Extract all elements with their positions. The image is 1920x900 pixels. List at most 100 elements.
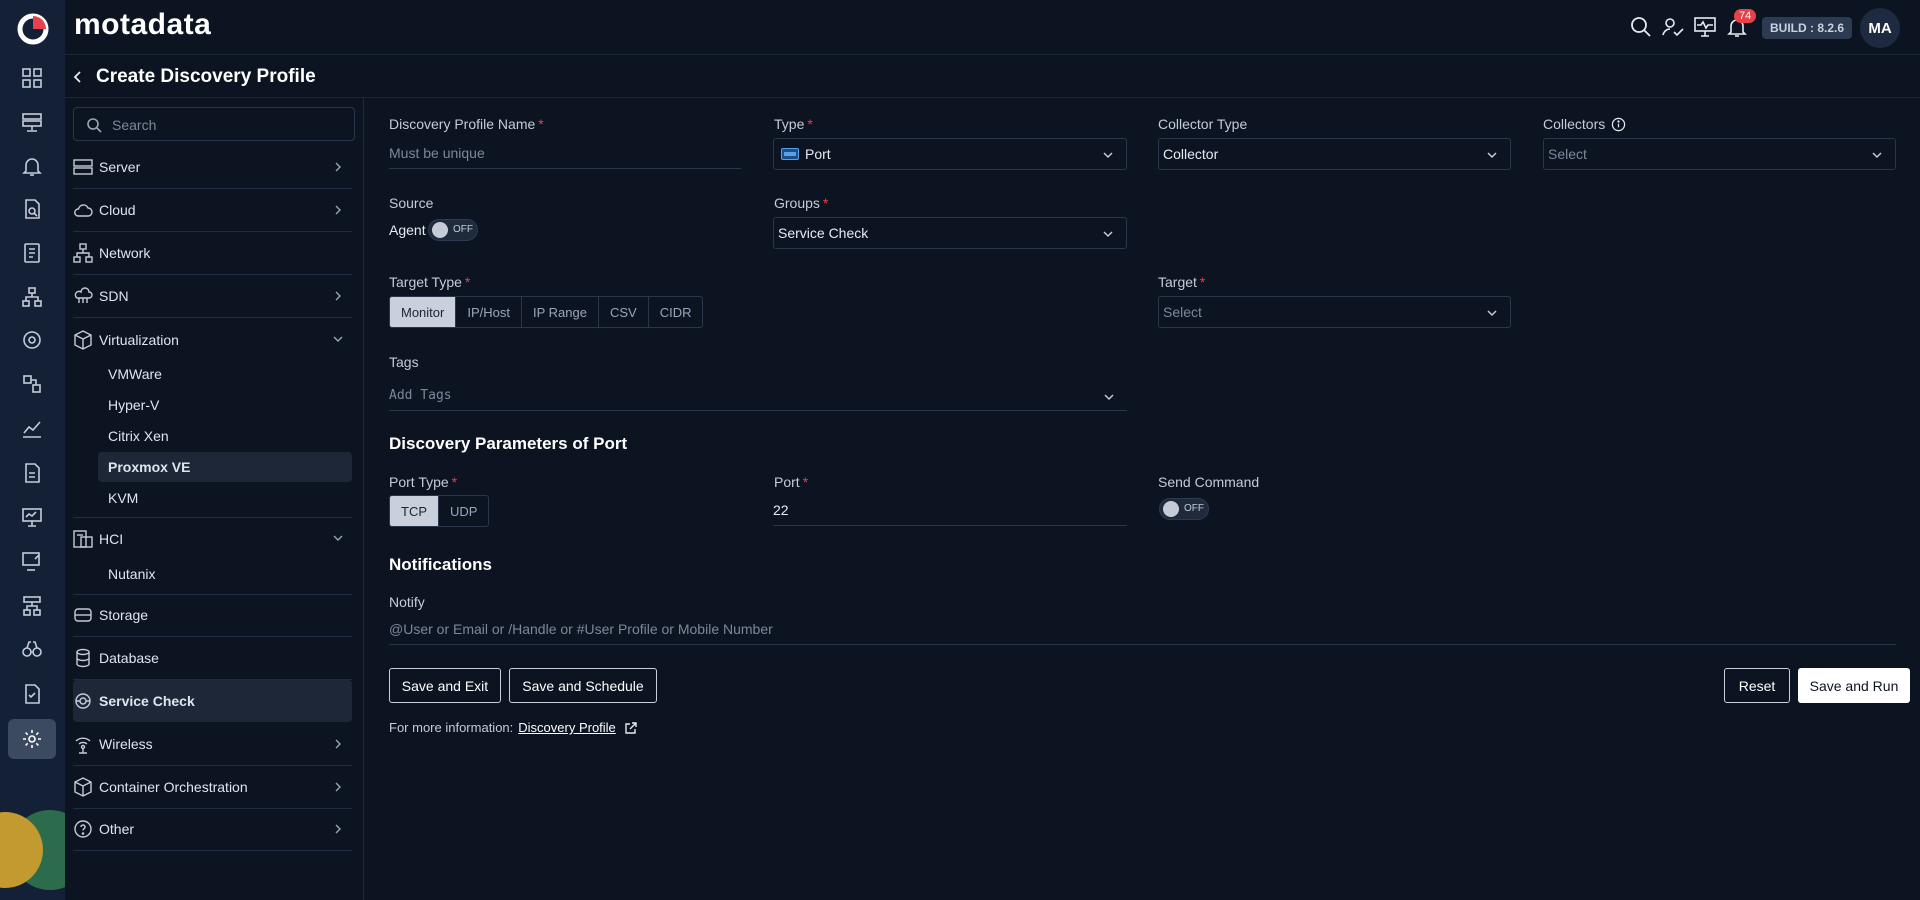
tags-input[interactable] bbox=[389, 381, 1127, 409]
question-circle-icon bbox=[73, 819, 93, 839]
database-icon bbox=[73, 648, 93, 668]
category-database[interactable]: Database bbox=[73, 637, 352, 680]
category-wireless[interactable]: Wireless bbox=[73, 723, 352, 766]
report-search-icon[interactable] bbox=[14, 191, 50, 227]
document-icon[interactable] bbox=[14, 455, 50, 491]
collectors-select[interactable]: Select bbox=[1543, 138, 1896, 170]
dashboard-icon[interactable] bbox=[14, 60, 50, 96]
alert-bell-icon[interactable] bbox=[14, 148, 50, 184]
notify-field[interactable] bbox=[389, 615, 1896, 645]
target-type-ip-range[interactable]: IP Range bbox=[522, 297, 599, 327]
category-server[interactable]: Server bbox=[73, 146, 352, 189]
device-edit-icon[interactable] bbox=[14, 543, 50, 579]
profile-name-label: Discovery Profile Name * bbox=[389, 116, 544, 132]
network-icon bbox=[73, 243, 93, 263]
category-other[interactable]: Other bbox=[73, 808, 352, 851]
category-label: Network bbox=[99, 245, 151, 261]
toggle-knob bbox=[432, 222, 448, 238]
decorative-art-icon bbox=[0, 810, 65, 890]
save-and-run-button[interactable]: Save and Run bbox=[1798, 668, 1910, 703]
port-type-udp[interactable]: UDP bbox=[439, 496, 488, 526]
settings-gear-icon[interactable] bbox=[8, 719, 56, 759]
sidebar-item-vmware[interactable]: VMWare bbox=[98, 359, 352, 389]
avatar[interactable]: MA bbox=[1860, 8, 1900, 48]
target-select[interactable]: Select bbox=[1158, 296, 1511, 328]
save-and-exit-button[interactable]: Save and Exit bbox=[389, 668, 501, 703]
checklist-icon[interactable] bbox=[14, 676, 50, 712]
agent-toggle[interactable]: OFF bbox=[428, 219, 478, 241]
chevron-down-icon bbox=[1872, 152, 1882, 159]
toggle-knob bbox=[1163, 501, 1179, 517]
target-placeholder: Select bbox=[1163, 304, 1202, 320]
wireless-icon bbox=[73, 734, 93, 754]
reset-button[interactable]: Reset bbox=[1724, 668, 1790, 703]
discovery-profile-link[interactable]: Discovery Profile bbox=[518, 720, 616, 735]
profile-name-input[interactable] bbox=[389, 139, 741, 167]
category-storage[interactable]: Storage bbox=[73, 594, 352, 637]
monitor-icon[interactable] bbox=[14, 499, 50, 535]
target-type-cidr[interactable]: CIDR bbox=[649, 297, 703, 327]
external-link-icon[interactable] bbox=[624, 721, 638, 735]
type-value: Port bbox=[805, 146, 831, 162]
collectors-placeholder: Select bbox=[1548, 146, 1587, 162]
groups-select[interactable]: Service Check bbox=[773, 217, 1127, 249]
groups-label: Groups * bbox=[774, 195, 829, 211]
agent-label: Agent bbox=[389, 222, 426, 238]
brand-logo[interactable]: motadata bbox=[74, 8, 211, 42]
port-type-label: Port Type * bbox=[389, 474, 458, 490]
target-type-csv[interactable]: CSV bbox=[599, 297, 649, 327]
target-label: Target * bbox=[1158, 274, 1206, 290]
save-and-schedule-button[interactable]: Save and Schedule bbox=[509, 668, 657, 703]
search-input[interactable] bbox=[112, 114, 342, 136]
search-field[interactable] bbox=[73, 107, 355, 141]
port-type-tcp[interactable]: TCP bbox=[390, 496, 439, 526]
sidebar-item-kvm[interactable]: KVM bbox=[98, 483, 352, 513]
type-select[interactable]: Port bbox=[773, 138, 1127, 170]
notify-label: Notify bbox=[389, 594, 425, 610]
info-icon[interactable] bbox=[1611, 117, 1626, 132]
category-label: Database bbox=[99, 650, 159, 666]
user-check-icon[interactable] bbox=[1660, 14, 1686, 40]
storage-icon bbox=[73, 605, 93, 625]
profile-name-field[interactable] bbox=[389, 139, 741, 169]
more-info-line: For more information: Discovery Profile bbox=[389, 720, 638, 735]
category-label: Virtualization bbox=[99, 331, 179, 348]
target-type-ip-host[interactable]: IP/Host bbox=[456, 297, 522, 327]
sidebar-item-nutanix[interactable]: Nutanix bbox=[98, 559, 352, 589]
collectors-label: Collectors bbox=[1543, 116, 1626, 132]
category-sdn[interactable]: SDN bbox=[73, 275, 352, 318]
network-tree-icon[interactable] bbox=[14, 588, 50, 624]
flow-icon[interactable] bbox=[14, 322, 50, 358]
tags-field[interactable] bbox=[389, 381, 1127, 411]
integrations-icon[interactable] bbox=[14, 366, 50, 402]
category-cloud[interactable]: Cloud bbox=[73, 189, 352, 232]
binoculars-icon[interactable] bbox=[14, 631, 50, 667]
metrics-chart-icon[interactable] bbox=[14, 410, 50, 446]
sidebar-item-proxmox-ve[interactable]: Proxmox VE bbox=[98, 452, 352, 482]
port-field[interactable] bbox=[773, 496, 1127, 526]
inventory-icon[interactable] bbox=[14, 104, 50, 140]
category-service-check[interactable]: Service Check bbox=[73, 680, 352, 722]
notify-input[interactable] bbox=[389, 615, 1896, 643]
category-network[interactable]: Network bbox=[73, 232, 352, 275]
port-input[interactable] bbox=[773, 496, 1127, 524]
source-label: Source bbox=[389, 195, 434, 211]
back-arrow-icon[interactable] bbox=[68, 66, 88, 88]
topology-icon[interactable] bbox=[14, 279, 50, 315]
collector-type-select[interactable]: Collector bbox=[1158, 138, 1511, 170]
cube-icon bbox=[73, 329, 93, 350]
category-virtualization[interactable]: Virtualization bbox=[73, 318, 352, 361]
icon-rail bbox=[0, 0, 65, 900]
build-badge: BUILD : 8.2.6 bbox=[1762, 17, 1853, 39]
category-hci[interactable]: HCI bbox=[73, 517, 352, 560]
send-command-toggle[interactable]: OFF bbox=[1159, 498, 1209, 520]
logs-icon[interactable] bbox=[14, 235, 50, 271]
sidebar-item-citrix-xen[interactable]: Citrix Xen bbox=[98, 421, 352, 451]
chevron-down-icon bbox=[333, 535, 343, 541]
target-type-monitor[interactable]: Monitor bbox=[390, 297, 457, 327]
search-icon[interactable] bbox=[1628, 14, 1654, 40]
monitor-pulse-icon[interactable] bbox=[1692, 14, 1718, 40]
category-container-orchestration[interactable]: Container Orchestration bbox=[73, 766, 352, 809]
sidebar-item-hyper-v[interactable]: Hyper-V bbox=[98, 390, 352, 420]
cloud-icon bbox=[73, 200, 93, 220]
